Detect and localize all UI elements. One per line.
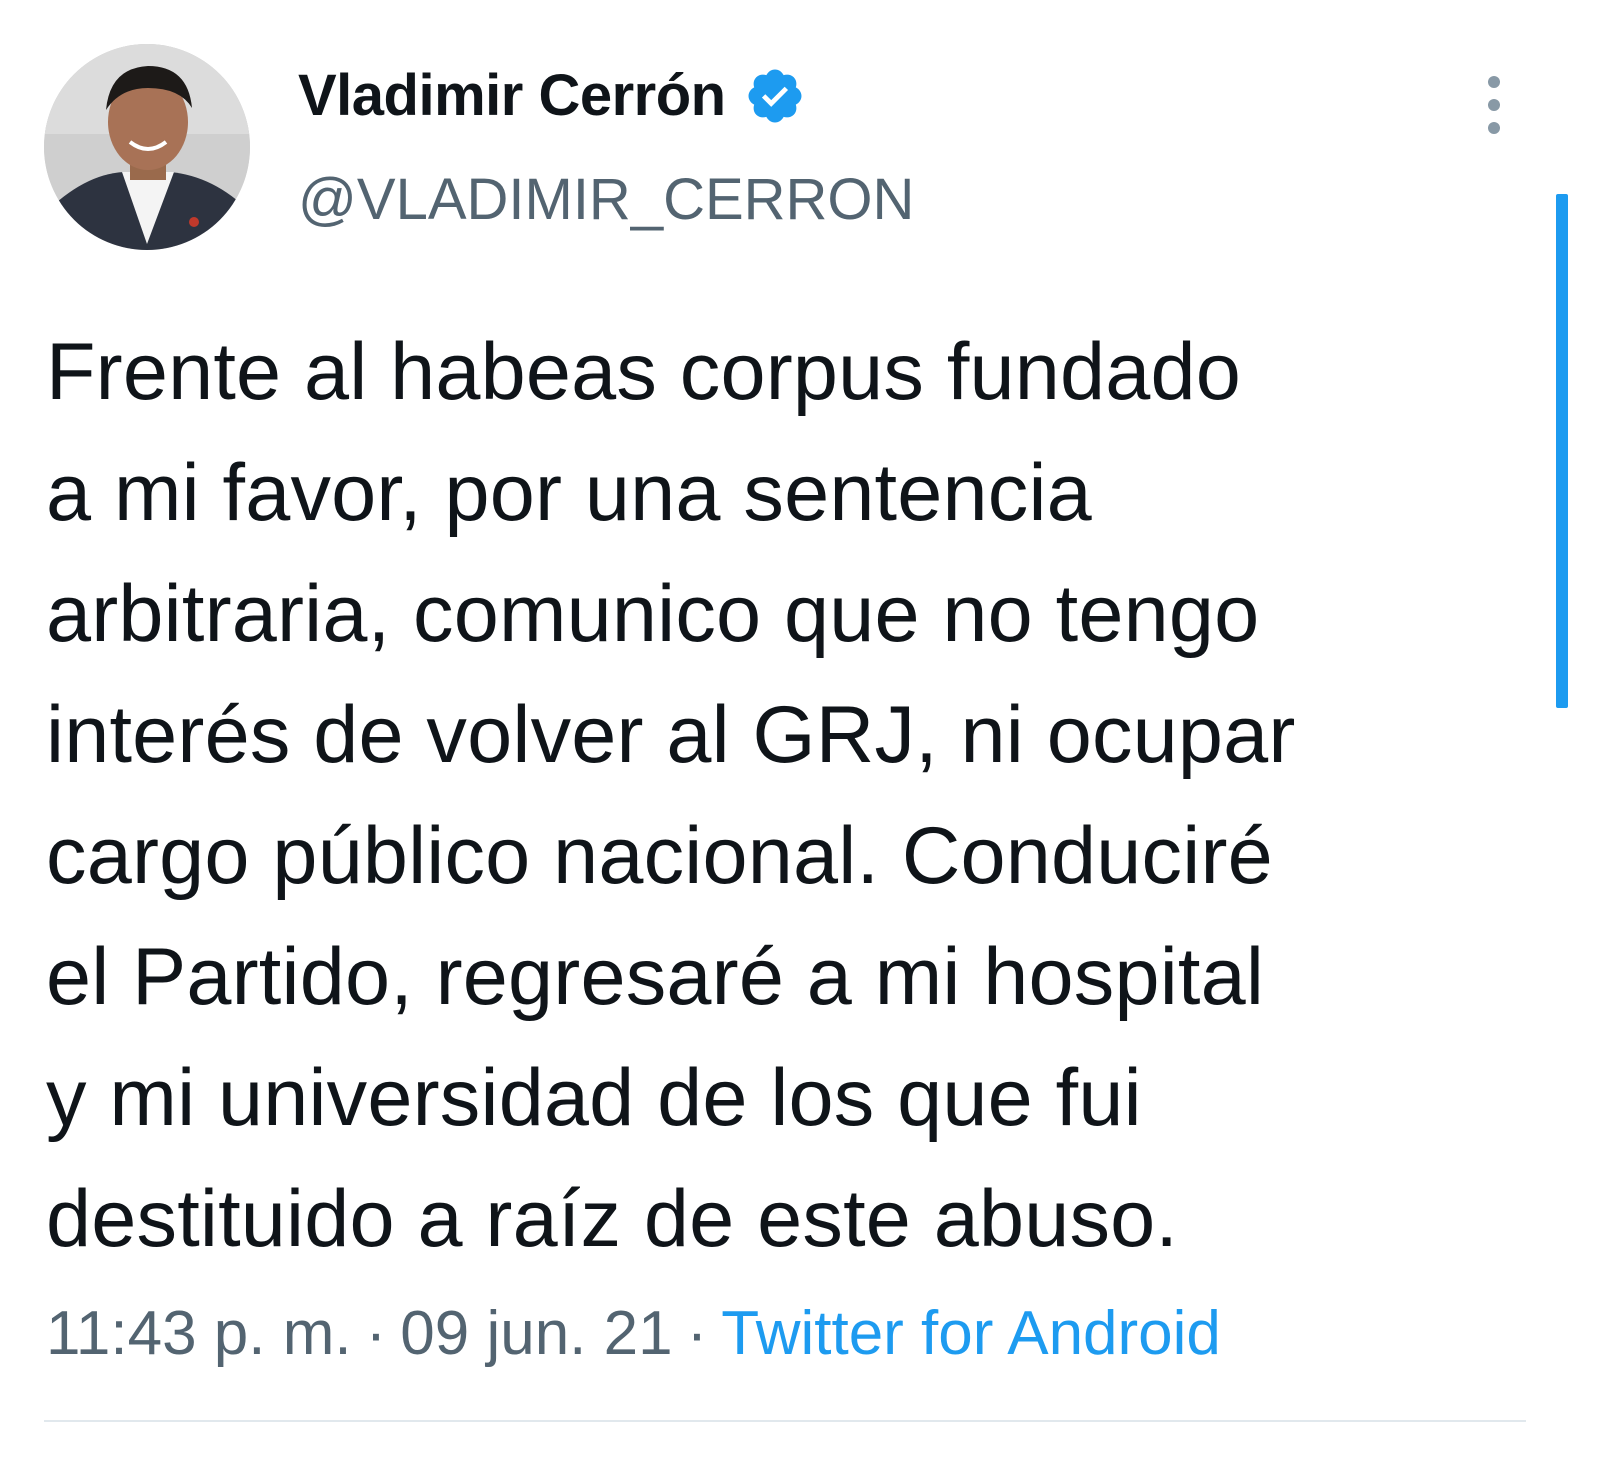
meta-separator: · <box>686 1299 708 1368</box>
display-name-text: Vladimir Cerrón <box>298 63 726 128</box>
author-handle[interactable]: @VLADIMIR_CERRON <box>298 166 914 233</box>
tweet-line: Frente al habeas corpus fundado <box>46 327 1242 417</box>
tweet-source-link[interactable]: Twitter for Android <box>721 1299 1221 1368</box>
scrollbar[interactable] <box>1556 194 1568 708</box>
tweet-line: y mi universidad de los que fui <box>46 1053 1142 1143</box>
avatar[interactable] <box>44 44 250 250</box>
more-vertical-icon <box>1488 99 1500 111</box>
tweet-line: a mi favor, por una sentencia <box>46 448 1092 538</box>
tweet-line: cargo público nacional. Conduciré <box>46 811 1273 901</box>
more-vertical-icon <box>1488 122 1500 134</box>
meta-separator: · <box>365 1299 387 1368</box>
author-display-name[interactable]: Vladimir Cerrón <box>298 62 806 129</box>
more-options-button[interactable] <box>1476 76 1512 134</box>
tweet-line: destituido a raíz de este abuso. <box>46 1174 1179 1264</box>
tweet-line: el Partido, regresaré a mi hospital <box>46 932 1265 1022</box>
tweet-line: interés de volver al GRJ, ni ocupar <box>46 690 1296 780</box>
tweet-meta: 11:43 p. m. · 09 jun. 21 · Twitter for Andro… <box>46 1298 1221 1369</box>
tweet-text: Frente al habeas corpus fundado a mi fav… <box>46 312 1526 1280</box>
profile-photo-icon <box>44 44 250 250</box>
more-vertical-icon <box>1488 76 1500 88</box>
tweet-date[interactable]: 09 jun. 21 <box>400 1299 672 1368</box>
verified-badge-icon <box>744 65 806 127</box>
tweet-time[interactable]: 11:43 p. m. <box>46 1299 352 1368</box>
divider <box>44 1420 1526 1422</box>
tweet-line: arbitraria, comunico que no tengo <box>46 569 1260 659</box>
